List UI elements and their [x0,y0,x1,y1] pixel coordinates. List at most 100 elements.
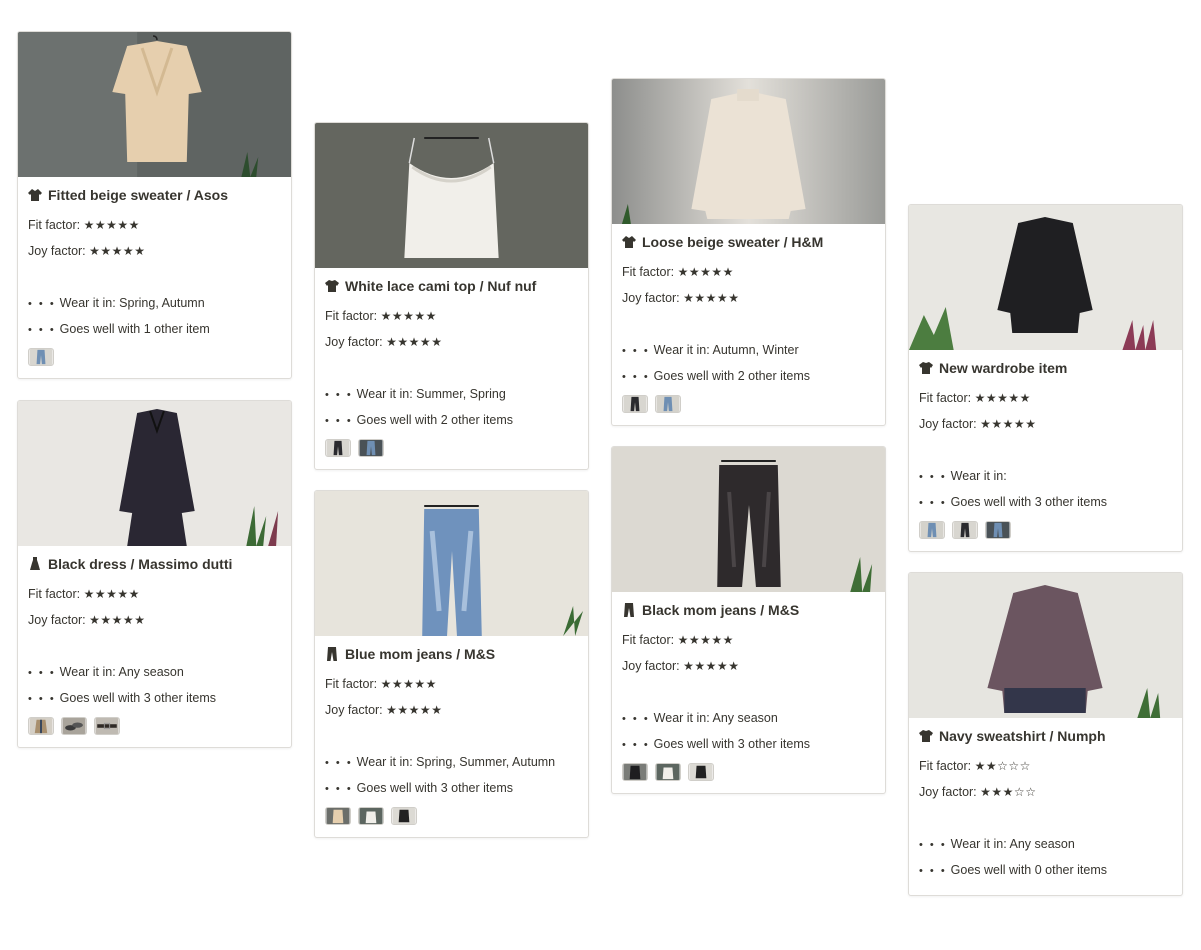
sweater-icon [622,235,636,249]
joy-factor: Joy factor: ★★★☆☆ [919,785,1037,799]
dots-icon: • • • [28,667,56,679]
card-cover-image [315,123,588,268]
gallery-card[interactable]: New wardrobe item Fit factor: ★★★★★ Joy … [908,204,1183,552]
fit-factor: Fit factor: ★★☆☆☆ [919,759,1031,773]
joy-stars: ★★★★★ [386,335,443,349]
dots-icon: • • • [622,371,650,383]
fit-factor: Fit factor: ★★★★★ [28,218,140,232]
related-item-thumbnail[interactable] [358,807,384,825]
fit-factor: Fit factor: ★★★★★ [919,391,1031,405]
fit-stars: ★★★★★ [83,587,140,601]
joy-factor: Joy factor: ★★★★★ [325,335,443,349]
gallery-card[interactable]: White lace cami top / Nuf nuf Fit factor… [314,122,589,470]
related-item-thumbnail[interactable] [919,521,945,539]
dots-icon: • • • [622,713,650,725]
card-cover-image [909,205,1182,350]
gallery-card[interactable]: Black mom jeans / M&S Fit factor: ★★★★★ … [611,446,886,794]
joy-factor: Joy factor: ★★★★★ [28,613,146,627]
card-cover-image [18,401,291,546]
jeans-icon [622,603,636,617]
goes-well-with: • • • Goes well with 3 other items [622,737,810,751]
card-title: New wardrobe item [939,360,1068,376]
dots-icon: • • • [325,415,353,427]
goes-well-with: • • • Goes well with 2 other items [325,413,513,427]
shirt-icon [325,279,339,293]
joy-stars: ★★★☆☆ [980,785,1037,799]
related-item-thumbnail[interactable] [622,763,648,781]
card-cover-image [612,447,885,592]
dots-icon: • • • [919,839,947,851]
related-item-thumbnail[interactable] [391,807,417,825]
wear-season: • • • Wear it in: Spring, Summer, Autumn [325,755,556,769]
joy-factor: Joy factor: ★★★★★ [919,417,1037,431]
gallery-card[interactable]: Fitted beige sweater / Asos Fit factor: … [17,31,292,379]
shirt-icon [919,729,933,743]
related-item-thumbnail[interactable] [28,717,54,735]
fit-stars: ★★★★★ [83,218,140,232]
shirt-icon [919,361,933,375]
fit-factor: Fit factor: ★★★★★ [325,677,437,691]
joy-factor: Joy factor: ★★★★★ [28,244,146,258]
card-title: Loose beige sweater / H&M [642,234,824,250]
gallery-card[interactable]: Navy sweatshirt / Numph Fit factor: ★★☆☆… [908,572,1183,896]
card-title: Black mom jeans / M&S [642,602,800,618]
gallery-card[interactable]: Loose beige sweater / H&M Fit factor: ★★… [611,78,886,426]
joy-stars: ★★★★★ [683,291,740,305]
dots-icon: • • • [28,324,56,336]
card-title: Fitted beige sweater / Asos [48,187,228,203]
related-item-thumbnail[interactable] [94,717,120,735]
card-title: Navy sweatshirt / Numph [939,728,1106,744]
joy-factor: Joy factor: ★★★★★ [325,703,443,717]
gallery-card[interactable]: Blue mom jeans / M&S Fit factor: ★★★★★ J… [314,490,589,838]
related-item-thumbnail[interactable] [655,763,681,781]
joy-stars: ★★★★★ [980,417,1037,431]
fit-stars: ★★☆☆☆ [974,759,1031,773]
fit-stars: ★★★★★ [677,633,734,647]
wear-season: • • • Wear it in: [919,469,1007,483]
goes-well-with: • • • Goes well with 1 other item [28,322,210,336]
related-item-thumbnail[interactable] [952,521,978,539]
card-cover-image [315,491,588,636]
gallery-card[interactable]: Black dress / Massimo dutti Fit factor: … [17,400,292,748]
jeans-icon [325,647,339,661]
sweater-icon [28,188,42,202]
joy-factor: Joy factor: ★★★★★ [622,291,740,305]
goes-well-with: • • • Goes well with 3 other items [28,691,216,705]
dots-icon: • • • [325,389,353,401]
joy-stars: ★★★★★ [683,659,740,673]
card-cover-image [18,32,291,177]
joy-stars: ★★★★★ [89,244,146,258]
fit-factor: Fit factor: ★★★★★ [28,587,140,601]
wear-season: • • • Wear it in: Any season [28,665,184,679]
card-cover-image [612,79,885,224]
card-title: White lace cami top / Nuf nuf [345,278,537,294]
goes-well-with: • • • Goes well with 0 other items [919,863,1107,877]
related-item-thumbnail[interactable] [358,439,384,457]
card-title: Black dress / Massimo dutti [48,556,233,572]
fit-stars: ★★★★★ [677,265,734,279]
related-item-thumbnail[interactable] [325,439,351,457]
fit-factor: Fit factor: ★★★★★ [622,633,734,647]
related-item-thumbnail[interactable] [688,763,714,781]
related-item-thumbnail[interactable] [28,348,54,366]
related-item-thumbnail[interactable] [655,395,681,413]
related-item-thumbnail[interactable] [325,807,351,825]
dots-icon: • • • [28,693,56,705]
wear-season: • • • Wear it in: Autumn, Winter [622,343,799,357]
related-item-thumbnail[interactable] [985,521,1011,539]
dots-icon: • • • [28,298,56,310]
dots-icon: • • • [622,345,650,357]
dots-icon: • • • [325,757,353,769]
card-cover-image [909,573,1182,718]
dots-icon: • • • [919,865,947,877]
wear-season: • • • Wear it in: Summer, Spring [325,387,506,401]
goes-well-with: • • • Goes well with 2 other items [622,369,810,383]
card-title: Blue mom jeans / M&S [345,646,496,662]
goes-well-with: • • • Goes well with 3 other items [919,495,1107,509]
joy-factor: Joy factor: ★★★★★ [622,659,740,673]
related-item-thumbnail[interactable] [622,395,648,413]
related-item-thumbnail[interactable] [61,717,87,735]
wear-season: • • • Wear it in: Spring, Autumn [28,296,205,310]
wear-season: • • • Wear it in: Any season [622,711,778,725]
fit-factor: Fit factor: ★★★★★ [325,309,437,323]
